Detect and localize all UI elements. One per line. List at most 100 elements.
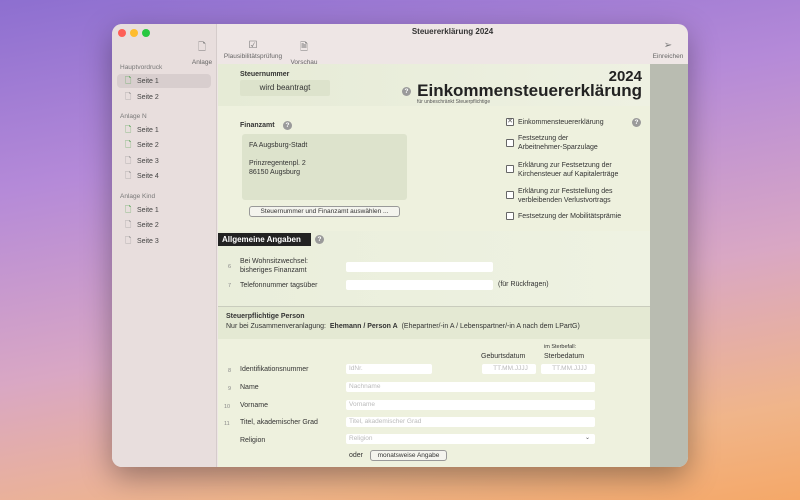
checkbox-label: Erklärung zur Festsetzung der Kirchenste… bbox=[518, 162, 619, 178]
note-suffix: (Ehepartner/-in A / Lebenspartner/-in A … bbox=[401, 323, 580, 330]
item-label: Seite 2 bbox=[137, 222, 159, 229]
document-icon: 🗋 bbox=[125, 156, 132, 165]
vorname-input[interactable]: Vorname bbox=[346, 400, 595, 410]
item-label: Seite 3 bbox=[137, 238, 159, 245]
document-icon: 🗋 bbox=[125, 92, 132, 101]
finanzamt-select-button[interactable]: Steuernummer und Finanzamt auswählen ... bbox=[249, 206, 400, 217]
sidebar-item-anlage-kind-seite-3[interactable]: 🗋 Seite 3 bbox=[117, 234, 211, 248]
plausi-button[interactable]: ☑ Plausibilitätsprüfung bbox=[220, 40, 286, 60]
help-icon[interactable]: ? bbox=[402, 87, 411, 96]
finanzamt-city: 86150 Augsburg bbox=[249, 169, 300, 176]
titel-input[interactable]: Titel, akademischer Grad bbox=[346, 417, 595, 427]
form-title: Einkommensteuererklärung bbox=[417, 81, 642, 100]
geburtsdatum-input[interactable]: TT.MM.JJJJ bbox=[482, 364, 536, 374]
vorschau-button[interactable]: 🗎 Vorschau bbox=[288, 40, 320, 66]
line-number: 8 bbox=[228, 368, 232, 374]
field-label: Telefonnummer tagsüber bbox=[240, 282, 318, 289]
sidebar-item-anlage-n-seite-1[interactable]: 🗋 Seite 1 bbox=[117, 123, 211, 137]
minimize-button[interactable] bbox=[130, 29, 138, 37]
add-document-icon: 🗋 bbox=[197, 42, 207, 53]
field-label: Vorname bbox=[240, 402, 269, 409]
person-note: Nur bei Zusammenveranlagung: Ehemann / P… bbox=[226, 323, 580, 330]
form-page[interactable]: Steuernummer wird beantragt ? 2024 Einko… bbox=[218, 64, 650, 467]
item-label: Seite 1 bbox=[137, 207, 159, 214]
chevron-down-icon: ⌄ bbox=[585, 435, 591, 441]
checkbox-kirchensteuer[interactable] bbox=[506, 165, 514, 173]
checkbox-sparzulage[interactable] bbox=[506, 139, 514, 147]
name-input[interactable]: Nachname bbox=[346, 382, 595, 392]
field-label: Bei Wohnsitzwechsel: bisheriges Finanzam… bbox=[240, 258, 308, 274]
form-subtitle: für unbeschränkt Steuerpflichtige bbox=[417, 99, 491, 105]
close-button[interactable] bbox=[118, 29, 126, 37]
person-title: Steuerpflichtige Person bbox=[226, 313, 305, 320]
sterbedatum-input[interactable]: TT.MM.JJJJ bbox=[541, 364, 595, 374]
checkbox-verlustvortrag[interactable] bbox=[506, 191, 514, 199]
sidebar-item-anlage-n-seite-4[interactable]: 🗋 Seite 4 bbox=[117, 169, 211, 183]
section-title: Allgemeine Angaben bbox=[218, 233, 311, 246]
sterbedatum-label: Sterbedatum bbox=[544, 353, 585, 360]
document-icon: 🗋 bbox=[125, 220, 132, 229]
help-icon[interactable]: ? bbox=[315, 235, 324, 244]
document-icon: 🗋 bbox=[125, 125, 132, 134]
sidebar-section: Anlage N bbox=[120, 113, 147, 120]
sidebar-section: Anlage Kind bbox=[120, 193, 156, 200]
checkbox-label: Einkommensteuererklärung bbox=[518, 119, 604, 126]
idnr-input[interactable]: IdNr. bbox=[346, 364, 432, 374]
field-label: Name bbox=[240, 384, 259, 391]
zoom-button[interactable] bbox=[142, 29, 150, 37]
anlage-button[interactable]: 🗋 Anlage bbox=[190, 40, 214, 66]
geburtsdatum-label: Geburtsdatum bbox=[481, 353, 526, 360]
app-window: Steuererklärung 2024 🗋 Anlage ☑ Plausibili… bbox=[112, 24, 688, 467]
help-icon[interactable]: ? bbox=[632, 118, 641, 127]
steuernummer-label: Steuernummer bbox=[240, 71, 290, 78]
sidebar-item-anlage-n-seite-3[interactable]: 🗋 Seite 3 bbox=[117, 154, 211, 168]
telefon-suffix: (für Rückfragen) bbox=[498, 281, 549, 288]
anlage-label: Anlage bbox=[191, 59, 213, 66]
field-label: Titel, akademischer Grad bbox=[240, 419, 318, 426]
line-number: 10 bbox=[224, 404, 231, 410]
sidebar-item-hauptvordruck-seite-1[interactable]: 🗋 Seite 1 bbox=[117, 74, 211, 88]
monatsweise-button[interactable]: monatsweise Angabe bbox=[370, 450, 447, 461]
checkbox-label: Festsetzung der Mobilitätsprämie bbox=[518, 213, 622, 220]
page-margin bbox=[650, 64, 688, 467]
window-title: Steuererklärung 2024 bbox=[411, 27, 494, 36]
document-icon: 🗋 bbox=[125, 171, 132, 180]
finanzamt-street: Prinzregentenpl. 2 bbox=[249, 160, 306, 167]
help-icon[interactable]: ? bbox=[283, 121, 292, 130]
einreichen-label: Einreichen bbox=[652, 53, 684, 60]
sidebar-item-anlage-n-seite-2[interactable]: 🗋 Seite 2 bbox=[117, 138, 211, 152]
religion-select[interactable]: Religion bbox=[346, 434, 595, 444]
line-number: 11 bbox=[224, 421, 230, 427]
item-label: Seite 2 bbox=[137, 94, 159, 101]
checklist-icon: ☑ bbox=[248, 40, 258, 51]
item-label: Seite 4 bbox=[137, 173, 159, 180]
item-label: Seite 2 bbox=[137, 142, 159, 149]
checkbox-mobilitaetspraemie[interactable] bbox=[506, 212, 514, 220]
checkbox-label: Erklärung zur Feststellung des verbleibe… bbox=[518, 188, 613, 204]
document-icon: 🗋 bbox=[125, 205, 132, 214]
field-label: Religion bbox=[240, 437, 266, 444]
telefon-input[interactable] bbox=[346, 280, 493, 290]
oder-label: oder bbox=[349, 452, 364, 459]
preview-icon: 🗎 bbox=[299, 42, 309, 53]
steuernummer-field[interactable]: wird beantragt bbox=[240, 80, 330, 96]
sidebar-item-anlage-kind-seite-2[interactable]: 🗋 Seite 2 bbox=[117, 218, 211, 232]
bisheriges-finanzamt-input[interactable] bbox=[346, 262, 493, 272]
checkbox-label: Festsetzung der Arbeitnehmer-Sparzulage bbox=[518, 135, 598, 151]
sidebar-item-hauptvordruck-seite-2[interactable]: 🗋 Seite 2 bbox=[117, 90, 211, 104]
sidebar-section: Hauptvordruck bbox=[120, 64, 163, 71]
sidebar-item-anlage-kind-seite-1[interactable]: 🗋 Seite 1 bbox=[117, 203, 211, 217]
einreichen-button[interactable]: ➢ Einreichen bbox=[650, 40, 686, 60]
plausi-label: Plausibilitätsprüfung bbox=[223, 53, 283, 60]
line-number: 9 bbox=[228, 386, 232, 392]
finanzamt-label: Finanzamt bbox=[240, 122, 275, 129]
document-icon: 🗋 bbox=[125, 76, 132, 85]
sterbefall-label: im Sterbefall: bbox=[544, 344, 577, 350]
checkbox-einkommensteuererklaerung[interactable]: ✕ bbox=[506, 118, 514, 126]
item-label: Seite 3 bbox=[137, 158, 159, 165]
finanzamt-name: FA Augsburg-Stadt bbox=[249, 142, 308, 149]
item-label: Seite 1 bbox=[137, 127, 159, 134]
item-label: Seite 1 bbox=[137, 78, 159, 85]
document-icon: 🗋 bbox=[125, 236, 132, 245]
send-icon: ➢ bbox=[663, 40, 673, 51]
